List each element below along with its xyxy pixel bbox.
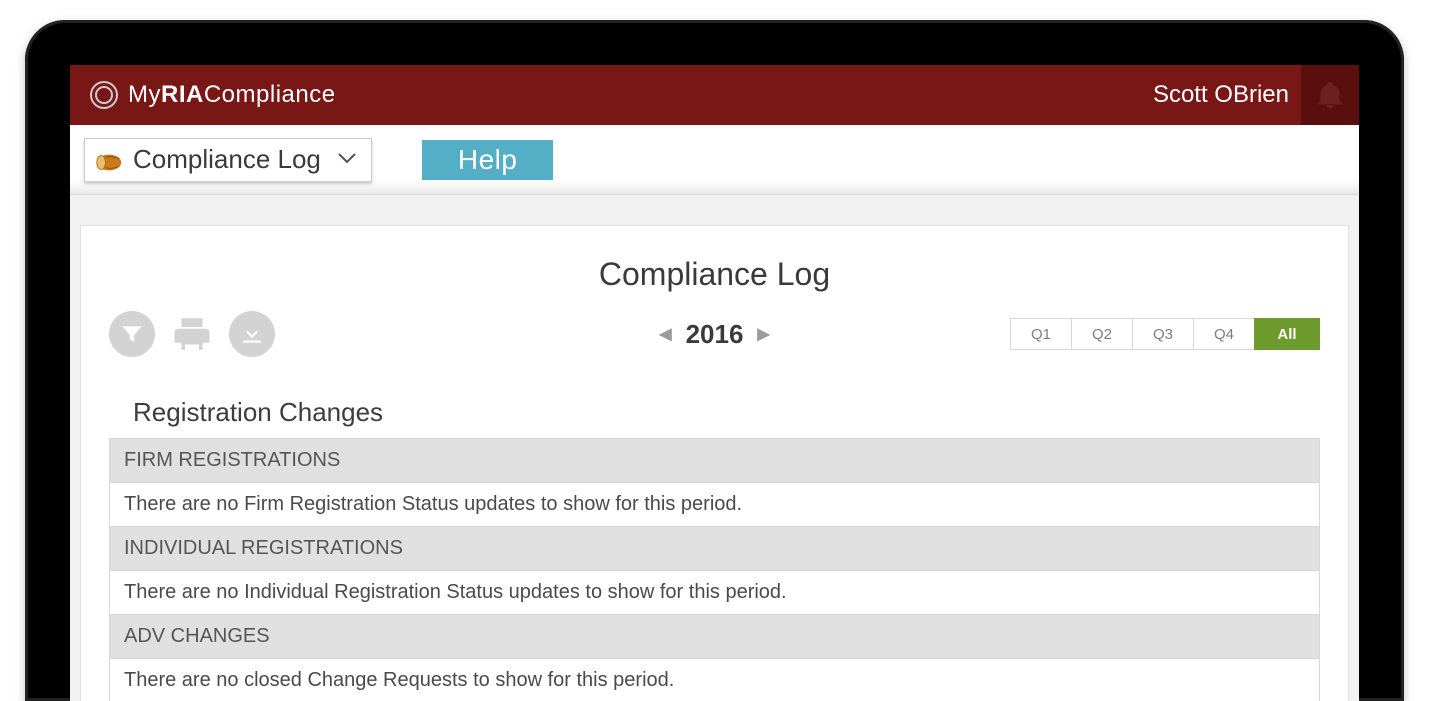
- dropdown-label: Compliance Log: [133, 144, 321, 175]
- year-navigator: ◀ 2016 ▶: [659, 319, 769, 350]
- download-button[interactable]: [229, 311, 275, 357]
- brand-suffix: Compliance: [204, 81, 336, 108]
- device-bezel: MyRIACompliance Scott OBrien Compliance …: [25, 20, 1404, 701]
- controls-row: ◀ 2016 ▶ Q1 Q2 Q3 Q4 All: [109, 311, 1320, 357]
- chevron-down-icon: [337, 148, 357, 171]
- individual-registrations-empty: There are no Individual Registration Sta…: [110, 571, 1319, 615]
- download-icon: [239, 321, 265, 347]
- firm-registrations-header: FIRM REGISTRATIONS: [110, 439, 1319, 483]
- quarter-all[interactable]: All: [1254, 318, 1320, 350]
- help-button[interactable]: Help: [422, 140, 554, 180]
- quarter-selector: Q1 Q2 Q3 Q4 All: [1011, 318, 1320, 350]
- compliance-log-dropdown[interactable]: Compliance Log: [84, 138, 372, 182]
- year-prev-button[interactable]: ◀: [659, 324, 671, 344]
- adv-changes-empty: There are no closed Change Requests to s…: [110, 659, 1319, 701]
- notifications-button[interactable]: [1301, 65, 1359, 125]
- app-screen: MyRIACompliance Scott OBrien Compliance …: [70, 65, 1359, 701]
- nav-row: Compliance Log Help: [70, 125, 1359, 195]
- quarter-q3[interactable]: Q3: [1132, 318, 1194, 350]
- brand-prefix: My: [128, 81, 161, 108]
- brand-icon: [90, 81, 118, 109]
- firm-registrations-empty: There are no Firm Registration Status up…: [110, 483, 1319, 527]
- year-value: 2016: [686, 319, 744, 350]
- year-next-button[interactable]: ▶: [757, 324, 769, 344]
- content-wrap: Compliance Log ◀ 2016 ▶: [70, 195, 1359, 701]
- filter-button[interactable]: [109, 311, 155, 357]
- quarter-q4[interactable]: Q4: [1193, 318, 1255, 350]
- page-title: Compliance Log: [109, 256, 1320, 293]
- adv-changes-header: ADV CHANGES: [110, 615, 1319, 659]
- help-label: Help: [458, 144, 518, 176]
- brand-logo[interactable]: MyRIACompliance: [90, 81, 336, 109]
- top-header: MyRIACompliance Scott OBrien: [70, 65, 1359, 125]
- filter-icon: [119, 321, 145, 347]
- bell-icon: [1314, 79, 1346, 111]
- print-button[interactable]: [167, 311, 217, 357]
- registration-changes-table: FIRM REGISTRATIONS There are no Firm Reg…: [109, 438, 1320, 701]
- individual-registrations-header: INDIVIDUAL REGISTRATIONS: [110, 527, 1319, 571]
- content-card: Compliance Log ◀ 2016 ▶: [80, 225, 1349, 701]
- quarter-q2[interactable]: Q2: [1071, 318, 1133, 350]
- brand-text: MyRIACompliance: [128, 81, 336, 109]
- toolbar-icons: [109, 311, 275, 357]
- printer-icon: [171, 313, 213, 355]
- quarter-q1[interactable]: Q1: [1010, 318, 1072, 350]
- section-heading: Registration Changes: [133, 397, 1320, 428]
- log-icon: [95, 149, 123, 171]
- brand-bold: RIA: [161, 81, 204, 108]
